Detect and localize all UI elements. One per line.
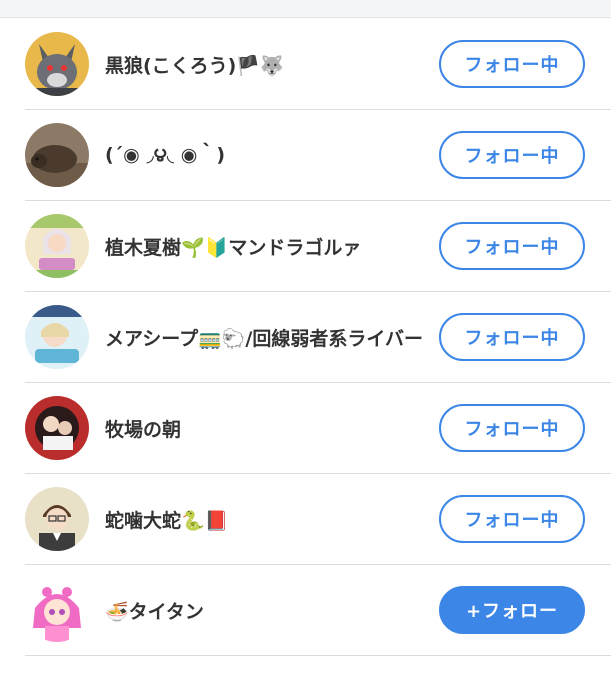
avatar[interactable] bbox=[25, 305, 89, 369]
avatar[interactable] bbox=[25, 396, 89, 460]
avatar[interactable] bbox=[25, 214, 89, 278]
following-button[interactable]: フォロー中 bbox=[439, 495, 585, 543]
list-item[interactable]: (´◉ ◞౪◟ ◉｀) フォロー中 bbox=[25, 110, 611, 201]
user-name[interactable]: メアシープ🚃🐑/回線弱者系ライバー bbox=[105, 324, 451, 351]
following-button[interactable]: フォロー中 bbox=[439, 222, 585, 270]
following-list: 黒狼(こくろう)🏴🐺 フォロー中 (´◉ ◞౪◟ ◉｀) フォロー中 植木夏樹🌱… bbox=[25, 19, 611, 656]
following-button[interactable]: フォロー中 bbox=[439, 40, 585, 88]
avatar[interactable] bbox=[25, 578, 89, 642]
following-button[interactable]: フォロー中 bbox=[439, 404, 585, 452]
follow-button[interactable]: +フォロー bbox=[439, 586, 585, 634]
avatar[interactable] bbox=[25, 487, 89, 551]
list-item[interactable]: メアシープ🚃🐑/回線弱者系ライバー フォロー中 bbox=[25, 292, 611, 383]
user-name[interactable]: (´◉ ◞౪◟ ◉｀) bbox=[105, 140, 451, 171]
avatar[interactable] bbox=[25, 123, 89, 187]
list-item[interactable]: 植木夏樹🌱🔰マンドラゴルァ フォロー中 bbox=[25, 201, 611, 292]
list-item[interactable]: 蛇噛大蛇🐍📕 フォロー中 bbox=[25, 474, 611, 565]
user-name[interactable]: 牧場の朝 bbox=[105, 415, 451, 442]
avatar[interactable] bbox=[25, 32, 89, 96]
user-name[interactable]: 植木夏樹🌱🔰マンドラゴルァ bbox=[105, 233, 451, 260]
list-item[interactable]: 黒狼(こくろう)🏴🐺 フォロー中 bbox=[25, 19, 611, 110]
user-name[interactable]: 蛇噛大蛇🐍📕 bbox=[105, 506, 451, 533]
list-item[interactable]: 🍜タイタン +フォロー bbox=[25, 565, 611, 656]
top-bar bbox=[0, 0, 611, 18]
user-name[interactable]: 黒狼(こくろう)🏴🐺 bbox=[105, 51, 451, 78]
following-button[interactable]: フォロー中 bbox=[439, 313, 585, 361]
user-name[interactable]: 🍜タイタン bbox=[105, 597, 451, 624]
list-item[interactable]: 牧場の朝 フォロー中 bbox=[25, 383, 611, 474]
following-button[interactable]: フォロー中 bbox=[439, 131, 585, 179]
